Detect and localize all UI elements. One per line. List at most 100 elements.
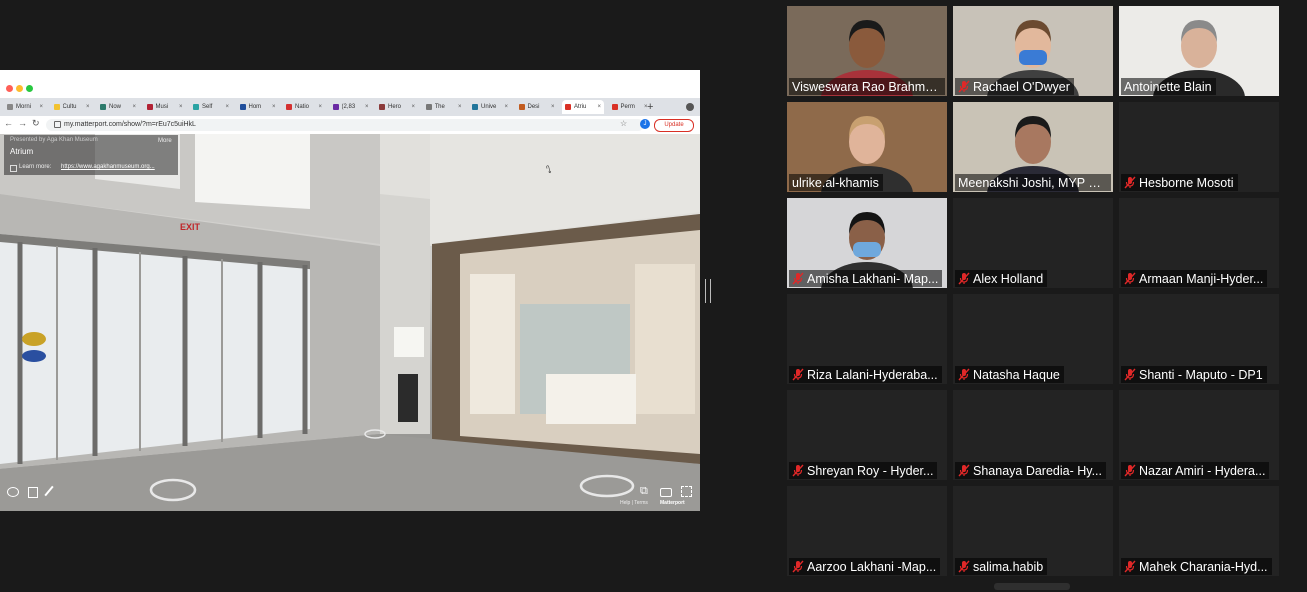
close-tab-icon[interactable]: × xyxy=(551,100,555,114)
participant-name-plate: Shanti - Maputo - DP1 xyxy=(1121,366,1267,383)
browser-tab[interactable]: Desi × xyxy=(516,100,558,114)
fullscreen-icon[interactable] xyxy=(681,486,692,497)
browser-tab[interactable]: Unive × xyxy=(469,100,511,114)
participant-tile[interactable]: Rachael O'Dwyer xyxy=(953,6,1113,96)
participant-tile[interactable]: Hesborne Mosoti xyxy=(1119,102,1279,192)
participant-tile[interactable]: Nazar Amiri - Hydera... xyxy=(1119,390,1279,480)
participant-tile[interactable]: Armaan Manji-Hyder... xyxy=(1119,198,1279,288)
close-tab-icon[interactable]: × xyxy=(86,100,90,114)
participant-tile[interactable]: Natasha Haque xyxy=(953,294,1113,384)
participant-tile[interactable]: Alex Holland xyxy=(953,198,1113,288)
participant-tile[interactable]: Meenakshi Joshi, MYP C... xyxy=(953,102,1113,192)
participant-tile[interactable]: Shanaya Daredia- Hy... xyxy=(953,390,1113,480)
cursor-icon: ⭛ xyxy=(546,165,552,176)
browser-tab[interactable]: Natio × xyxy=(283,100,325,114)
browser-tab[interactable]: Perm × xyxy=(609,100,651,114)
participant-tile[interactable]: Visweswara Rao Brahma... xyxy=(787,6,947,96)
minimize-window-icon[interactable] xyxy=(16,85,23,92)
close-tab-icon[interactable]: × xyxy=(365,100,369,114)
participant-name: Alex Holland xyxy=(973,271,1044,286)
browser-update-button[interactable]: Update xyxy=(654,119,694,132)
browser-tab[interactable]: Musi × xyxy=(144,100,186,114)
close-tab-icon[interactable]: × xyxy=(318,100,322,114)
participant-name: Riza Lalani-Hyderaba... xyxy=(807,367,938,382)
tab-label: Self xyxy=(202,104,213,110)
close-tab-icon[interactable]: × xyxy=(504,100,508,114)
back-icon[interactable]: ← xyxy=(4,118,13,128)
participant-tile[interactable]: Riza Lalani-Hyderaba... xyxy=(787,294,947,384)
participant-tile[interactable]: salima.habib xyxy=(953,486,1113,576)
lock-icon xyxy=(54,121,61,128)
share-icon[interactable]: ⧉ xyxy=(640,485,648,498)
gallery-scroll-indicator[interactable] xyxy=(994,583,1070,590)
close-tab-icon[interactable]: × xyxy=(411,100,415,114)
floorplan-view-icon[interactable] xyxy=(28,487,38,498)
participant-tile[interactable]: Shanti - Maputo - DP1 xyxy=(1119,294,1279,384)
more-button[interactable]: More xyxy=(158,138,172,144)
close-tab-icon[interactable]: × xyxy=(225,100,229,114)
tab-favicon-icon xyxy=(425,104,432,110)
browser-menu-icon[interactable] xyxy=(686,103,694,111)
space-info-card: Presented by Aga Khan Museum More Atrium… xyxy=(4,135,178,175)
mic-muted-icon xyxy=(958,560,970,573)
mic-muted-icon xyxy=(1124,560,1136,573)
close-tab-icon[interactable]: × xyxy=(39,100,43,114)
new-tab-button[interactable]: + xyxy=(647,98,653,116)
close-tab-icon[interactable]: × xyxy=(597,100,601,114)
browser-tab[interactable]: Cultu × xyxy=(51,100,93,114)
participant-tile[interactable]: Shreyan Roy - Hyder... xyxy=(787,390,947,480)
browser-tab[interactable]: Atriu × xyxy=(562,100,604,114)
browser-tab-strip: Morni × Cultu × Now × Musi × Self × Hom × Natio × (2,8… xyxy=(0,98,700,116)
tab-favicon-icon xyxy=(565,104,571,110)
dollhouse-view-icon[interactable] xyxy=(7,487,19,497)
close-tab-icon[interactable]: × xyxy=(272,100,276,114)
browser-tab[interactable]: (2,83 × xyxy=(330,100,372,114)
forward-icon[interactable]: → xyxy=(18,118,27,128)
footer-links[interactable]: Help | Terms xyxy=(620,500,648,506)
mic-muted-icon xyxy=(958,272,970,285)
participant-tile[interactable]: Aarzoo Lakhani -Map... xyxy=(787,486,947,576)
mic-muted-icon xyxy=(792,368,804,381)
mic-muted-icon xyxy=(958,368,970,381)
participant-name-plate: Alex Holland xyxy=(955,270,1048,287)
browser-profile-avatar[interactable]: J xyxy=(640,119,650,129)
participant-name: salima.habib xyxy=(973,559,1044,574)
tab-label: Cultu xyxy=(62,104,77,110)
matterport-logo: Matterport xyxy=(660,500,685,506)
reload-icon[interactable]: ↻ xyxy=(32,118,40,129)
mic-muted-icon xyxy=(792,560,804,573)
browser-tab[interactable]: Hom × xyxy=(237,100,279,114)
participant-name-plate: Mahek Charania-Hyd... xyxy=(1121,558,1272,575)
participant-tile[interactable]: Antoinette Blain xyxy=(1119,6,1279,96)
tab-favicon-icon xyxy=(7,104,13,110)
atrium-scene xyxy=(0,134,700,511)
participant-name-plate: Shreyan Roy - Hyder... xyxy=(789,462,938,479)
participant-tile[interactable]: Amisha Lakhani- Map... xyxy=(787,198,947,288)
url-field[interactable]: my.matterport.com/show/?m=rEu7c5uiHkL xyxy=(46,119,644,131)
participant-name: ulrike.al-khamis xyxy=(792,175,879,190)
tab-label: Perm xyxy=(620,104,635,110)
vr-view-icon[interactable] xyxy=(660,488,672,497)
participant-name-plate: ulrike.al-khamis xyxy=(789,174,883,191)
browser-tab[interactable]: Hero × xyxy=(376,100,418,114)
browser-tab[interactable]: Morni × xyxy=(4,100,46,114)
tab-label: Atriu xyxy=(574,104,587,110)
shared-screen[interactable]: Morni × Cultu × Now × Musi × Self × Hom × Natio × (2,8… xyxy=(0,70,700,511)
maximize-window-icon[interactable] xyxy=(26,85,33,92)
participant-name-plate: Meenakshi Joshi, MYP C... xyxy=(955,174,1111,191)
learn-more-label: Learn more: xyxy=(19,164,52,170)
participant-name-plate: Armaan Manji-Hyder... xyxy=(1121,270,1268,287)
participant-tile[interactable]: Mahek Charania-Hyd... xyxy=(1119,486,1279,576)
close-tab-icon[interactable]: × xyxy=(132,100,136,114)
close-window-icon[interactable] xyxy=(6,85,13,92)
browser-tab[interactable]: The × xyxy=(423,100,465,114)
browser-tab[interactable]: Self × xyxy=(190,100,232,114)
matterport-3d-viewer[interactable]: EXIT Presented by Aga Khan Museum More A… xyxy=(0,134,700,511)
learn-more-link[interactable]: https://www.agakhanmuseum.org... xyxy=(61,164,155,170)
browser-tab[interactable]: Now × xyxy=(97,100,139,114)
participant-tile[interactable]: ulrike.al-khamis xyxy=(787,102,947,192)
close-tab-icon[interactable]: × xyxy=(179,100,183,114)
bookmark-star-icon[interactable]: ☆ xyxy=(620,119,627,128)
split-view-handle[interactable] xyxy=(705,279,711,303)
close-tab-icon[interactable]: × xyxy=(458,100,462,114)
